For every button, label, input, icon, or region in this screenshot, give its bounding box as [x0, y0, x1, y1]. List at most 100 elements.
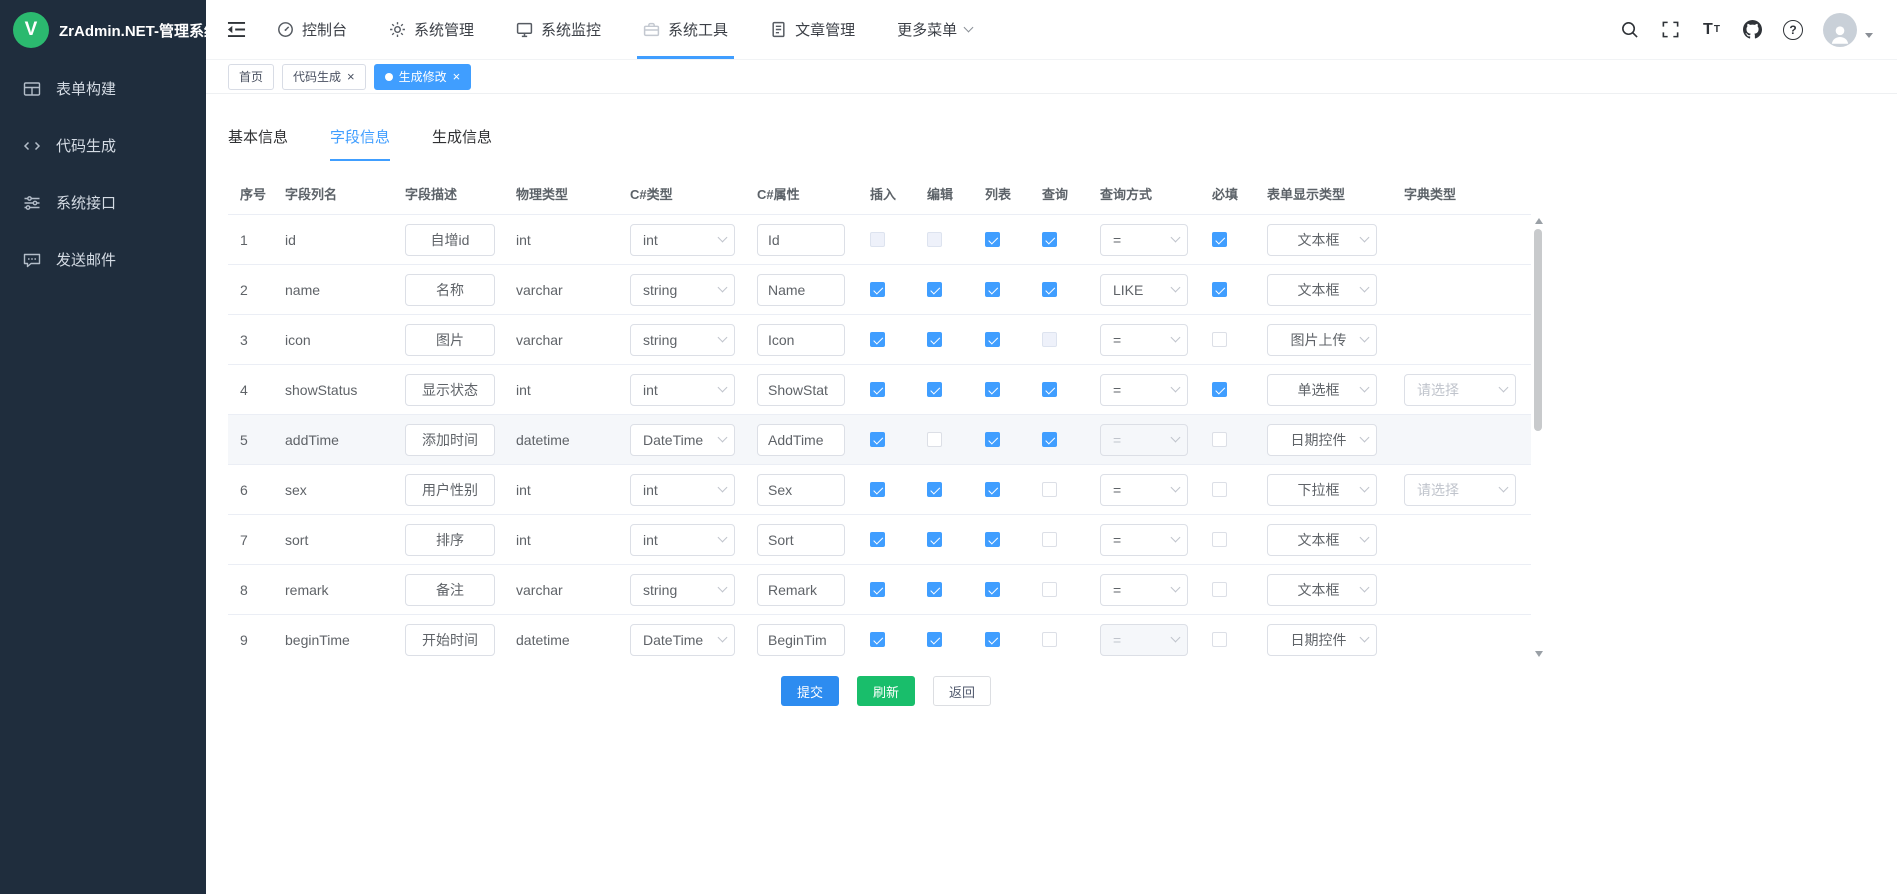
description-input[interactable] — [405, 324, 495, 356]
help-icon[interactable]: ? — [1783, 20, 1803, 40]
list-checkbox[interactable] — [985, 432, 1000, 447]
list-checkbox[interactable] — [985, 282, 1000, 297]
scroll-up-icon[interactable] — [1535, 218, 1543, 224]
app-logo[interactable]: V ZrAdmin.NET-管理系统 — [0, 0, 206, 60]
required-checkbox[interactable] — [1212, 282, 1227, 297]
required-checkbox[interactable] — [1212, 482, 1227, 497]
avatar[interactable] — [1823, 13, 1857, 47]
list-checkbox[interactable] — [985, 332, 1000, 347]
description-input[interactable] — [405, 224, 495, 256]
edit-checkbox[interactable] — [927, 332, 942, 347]
edit-checkbox[interactable] — [927, 532, 942, 547]
required-checkbox[interactable] — [1212, 532, 1227, 547]
insert-checkbox[interactable] — [870, 432, 885, 447]
description-input[interactable] — [405, 474, 495, 506]
csharp-type-select[interactable]: int — [630, 524, 735, 556]
description-input[interactable] — [405, 424, 495, 456]
csharp-property-input[interactable] — [757, 574, 845, 606]
display-type-select[interactable]: 文本框 — [1267, 274, 1377, 306]
display-type-select[interactable]: 文本框 — [1267, 524, 1377, 556]
edit-checkbox[interactable] — [927, 582, 942, 597]
edit-checkbox[interactable] — [927, 282, 942, 297]
csharp-property-input[interactable] — [757, 324, 845, 356]
query-checkbox[interactable] — [1042, 432, 1057, 447]
csharp-type-select[interactable]: int — [630, 224, 735, 256]
close-icon[interactable]: × — [453, 70, 461, 83]
description-input[interactable] — [405, 274, 495, 306]
display-type-select[interactable]: 单选框 — [1267, 374, 1377, 406]
required-checkbox[interactable] — [1212, 332, 1227, 347]
tag-home[interactable]: 首页 — [228, 64, 274, 90]
dict-type-select[interactable]: 请选择 — [1404, 474, 1516, 506]
scrollbar-thumb[interactable] — [1534, 229, 1542, 431]
query-checkbox[interactable] — [1042, 382, 1057, 397]
csharp-property-input[interactable] — [757, 424, 845, 456]
required-checkbox[interactable] — [1212, 382, 1227, 397]
back-button[interactable]: 返回 — [933, 676, 991, 706]
edit-checkbox[interactable] — [927, 432, 942, 447]
csharp-type-select[interactable]: string — [630, 274, 735, 306]
nav-item-system-tools[interactable]: 系统工具 — [643, 0, 728, 59]
dict-type-select[interactable]: 请选择 — [1404, 374, 1516, 406]
query-method-select[interactable]: = — [1100, 324, 1188, 356]
fullscreen-icon[interactable] — [1660, 19, 1681, 40]
list-checkbox[interactable] — [985, 382, 1000, 397]
display-type-select[interactable]: 日期控件 — [1267, 624, 1377, 656]
csharp-type-select[interactable]: DateTime — [630, 424, 735, 456]
tag-code-generation[interactable]: 代码生成 × — [282, 64, 366, 90]
tab-field-info[interactable]: 字段信息 — [330, 126, 390, 161]
font-size-icon[interactable]: TT — [1701, 19, 1722, 40]
query-checkbox[interactable] — [1042, 282, 1057, 297]
nav-item-system-monitor[interactable]: 系统监控 — [516, 0, 601, 59]
table-scrollbar[interactable] — [1533, 215, 1544, 660]
insert-checkbox[interactable] — [870, 582, 885, 597]
display-type-select[interactable]: 日期控件 — [1267, 424, 1377, 456]
insert-checkbox[interactable] — [870, 282, 885, 297]
sidebar-fold-icon[interactable] — [226, 19, 247, 40]
list-checkbox[interactable] — [985, 232, 1000, 247]
csharp-property-input[interactable] — [757, 474, 845, 506]
csharp-type-select[interactable]: string — [630, 574, 735, 606]
query-checkbox[interactable] — [1042, 482, 1057, 497]
edit-checkbox[interactable] — [927, 382, 942, 397]
csharp-property-input[interactable] — [757, 624, 845, 656]
description-input[interactable] — [405, 624, 495, 656]
csharp-property-input[interactable] — [757, 374, 845, 406]
query-method-select[interactable]: = — [1100, 474, 1188, 506]
list-checkbox[interactable] — [985, 482, 1000, 497]
csharp-type-select[interactable]: string — [630, 324, 735, 356]
description-input[interactable] — [405, 574, 495, 606]
nav-item-more-menu[interactable]: 更多菜单 — [897, 0, 972, 59]
sidebar-item-form-builder[interactable]: 表单构建 — [0, 60, 206, 117]
csharp-property-input[interactable] — [757, 224, 845, 256]
query-method-select[interactable]: = — [1100, 374, 1188, 406]
query-method-select[interactable]: LIKE — [1100, 274, 1188, 306]
insert-checkbox[interactable] — [870, 382, 885, 397]
insert-checkbox[interactable] — [870, 532, 885, 547]
query-method-select[interactable]: = — [1100, 574, 1188, 606]
tab-basic-info[interactable]: 基本信息 — [228, 126, 288, 161]
list-checkbox[interactable] — [985, 532, 1000, 547]
sidebar-item-system-api[interactable]: 系统接口 — [0, 174, 206, 231]
required-checkbox[interactable] — [1212, 632, 1227, 647]
csharp-property-input[interactable] — [757, 274, 845, 306]
display-type-select[interactable]: 图片上传 — [1267, 324, 1377, 356]
scroll-down-icon[interactable] — [1535, 651, 1543, 657]
edit-checkbox[interactable] — [927, 632, 942, 647]
nav-item-console[interactable]: 控制台 — [277, 0, 347, 59]
tab-generate-info[interactable]: 生成信息 — [432, 126, 492, 161]
csharp-property-input[interactable] — [757, 524, 845, 556]
list-checkbox[interactable] — [985, 582, 1000, 597]
insert-checkbox[interactable] — [870, 632, 885, 647]
query-checkbox[interactable] — [1042, 532, 1057, 547]
tag-generate-edit[interactable]: 生成修改 × — [374, 64, 472, 90]
insert-checkbox[interactable] — [870, 332, 885, 347]
description-input[interactable] — [405, 524, 495, 556]
required-checkbox[interactable] — [1212, 582, 1227, 597]
query-checkbox[interactable] — [1042, 582, 1057, 597]
query-checkbox[interactable] — [1042, 632, 1057, 647]
submit-button[interactable]: 提交 — [781, 676, 839, 706]
close-icon[interactable]: × — [347, 70, 355, 83]
github-icon[interactable] — [1742, 19, 1763, 40]
dropdown-caret-icon[interactable] — [1865, 33, 1873, 38]
